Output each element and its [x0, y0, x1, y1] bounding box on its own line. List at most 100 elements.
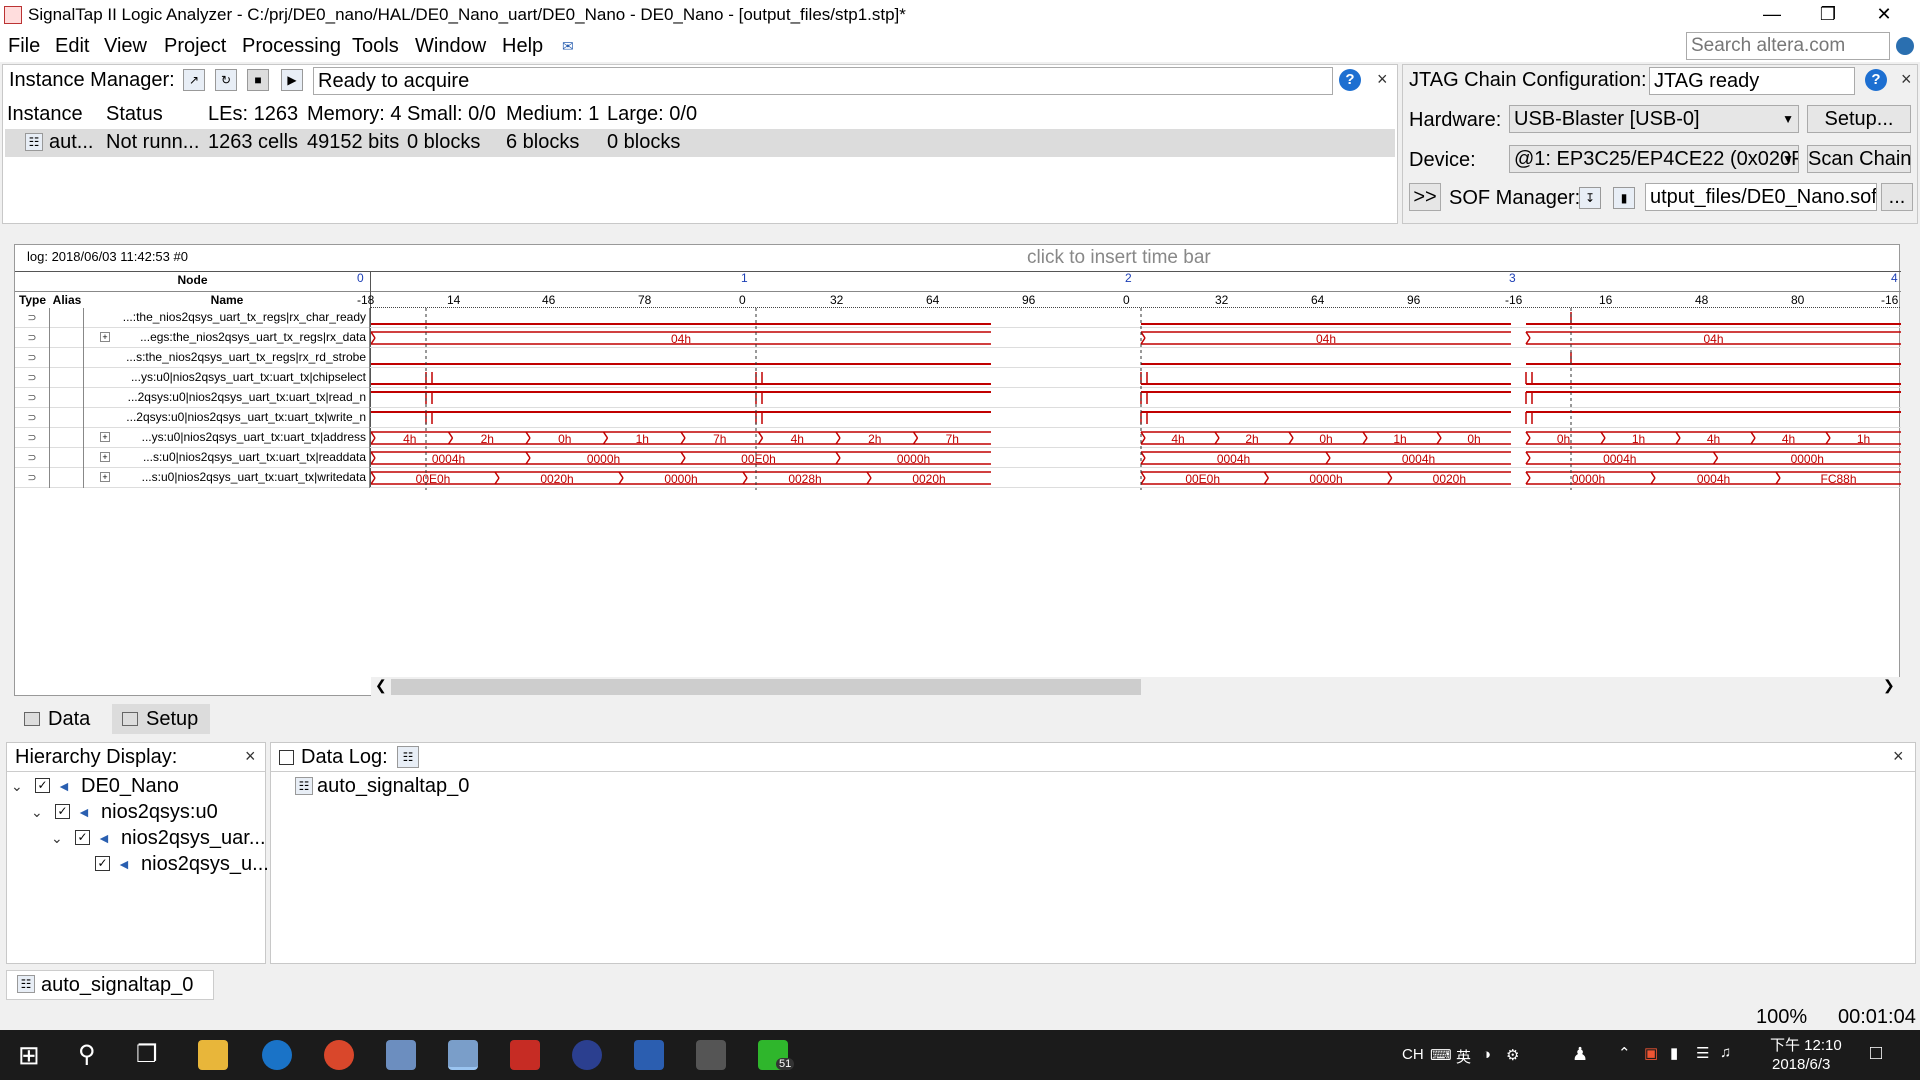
search-icon[interactable]: ⚲: [78, 1040, 96, 1069]
signal-alias[interactable]: [50, 388, 84, 408]
chrome-icon[interactable]: [324, 1040, 354, 1070]
word-icon[interactable]: [634, 1040, 664, 1070]
menu-help[interactable]: Help: [502, 30, 543, 62]
menu-processing[interactable]: Processing: [242, 30, 341, 62]
help-icon[interactable]: ?: [1339, 69, 1361, 91]
tab-setup[interactable]: Setup: [112, 704, 211, 734]
tab-data[interactable]: Data: [14, 704, 103, 734]
sof-file-field[interactable]: utput_files/DE0_Nano.sof: [1645, 183, 1877, 211]
expand-icon[interactable]: +: [100, 452, 110, 462]
menu-tools[interactable]: Tools: [352, 30, 399, 62]
signal-alias[interactable]: [50, 428, 84, 448]
quartus-icon[interactable]: [386, 1040, 416, 1070]
close-button[interactable]: ✕: [1856, 0, 1912, 30]
pdf-reader-icon[interactable]: [510, 1040, 540, 1070]
data-log-icon[interactable]: ☷: [397, 746, 419, 768]
tree-checkbox[interactable]: ✓: [75, 830, 90, 845]
tree-checkbox[interactable]: ✓: [95, 856, 110, 871]
data-log-close-icon[interactable]: ×: [1893, 746, 1904, 767]
expand-icon[interactable]: +: [100, 432, 110, 442]
jtag-help-icon[interactable]: ?: [1865, 69, 1887, 91]
expand-icon[interactable]: +: [100, 332, 110, 342]
keyboard-icon[interactable]: ⌨: [1430, 1046, 1452, 1064]
signaltap-icon[interactable]: [448, 1040, 478, 1070]
battery-icon[interactable]: ▮: [1670, 1044, 1678, 1062]
clock-date[interactable]: 2018/6/3: [1772, 1056, 1830, 1073]
ime-indicator[interactable]: CH: [1402, 1046, 1424, 1063]
scroll-right-icon[interactable]: ❯: [1883, 677, 1895, 694]
instance-tab[interactable]: ☷ auto_signaltap_0: [6, 970, 214, 1000]
hierarchy-close-icon[interactable]: ×: [245, 746, 256, 767]
col-les[interactable]: LEs: 1263: [208, 103, 298, 126]
menu-edit[interactable]: Edit: [55, 30, 89, 62]
globe-icon[interactable]: [1896, 37, 1914, 55]
menu-window[interactable]: Window: [415, 30, 486, 62]
jtag-close-icon[interactable]: ×: [1901, 69, 1912, 90]
edge-icon[interactable]: [262, 1040, 292, 1070]
eclipse-icon[interactable]: [572, 1040, 602, 1070]
calculator-icon[interactable]: [696, 1040, 726, 1070]
clock-time[interactable]: 下午 12:10: [1770, 1034, 1842, 1055]
signal-alias[interactable]: [50, 408, 84, 428]
security-icon[interactable]: ▣: [1644, 1044, 1658, 1062]
signal-name[interactable]: ...ys:u0|nios2qsys_uart_tx:uart_tx|chips…: [84, 368, 370, 388]
hardware-select[interactable]: USB-Blaster [USB-0] ▼: [1509, 105, 1799, 133]
tree-checkbox[interactable]: ✓: [35, 778, 50, 793]
signal-name[interactable]: ...ys:u0|nios2qsys_uart_tx:uart_tx|addre…: [84, 428, 370, 448]
notification-center-icon[interactable]: □: [1870, 1042, 1882, 1065]
run-icon[interactable]: ↻: [215, 69, 237, 91]
wifi-icon[interactable]: ☰: [1696, 1044, 1709, 1062]
col-medium[interactable]: Medium: 1: [506, 103, 599, 126]
setup-button[interactable]: Setup...: [1807, 105, 1911, 133]
ime-settings-icon[interactable]: ⚙: [1506, 1046, 1519, 1064]
col-large[interactable]: Large: 0/0: [607, 103, 697, 126]
restore-button[interactable]: ❐: [1800, 0, 1856, 30]
close-icon[interactable]: ×: [1377, 69, 1388, 90]
col-instance[interactable]: Instance: [7, 103, 83, 126]
menu-file[interactable]: File: [8, 30, 40, 62]
browse-button[interactable]: ...: [1881, 183, 1913, 211]
feedback-icon[interactable]: ✉: [562, 30, 574, 62]
signal-name[interactable]: ...:the_nios2qsys_uart_tx_regs|rx_char_r…: [84, 308, 370, 328]
ime-mode[interactable]: 英: [1456, 1046, 1471, 1067]
horizontal-scrollbar[interactable]: ❮ ❯: [371, 677, 1901, 697]
chevron-down-icon[interactable]: ⌄: [11, 773, 23, 799]
stop-icon[interactable]: ■: [247, 69, 269, 91]
task-view-icon[interactable]: ❐: [136, 1040, 158, 1069]
signal-alias[interactable]: [50, 368, 84, 388]
signal-name[interactable]: ...2qsys:u0|nios2qsys_uart_tx:uart_tx|re…: [84, 388, 370, 408]
scroll-left-icon[interactable]: ❮: [375, 677, 387, 694]
signal-alias[interactable]: [50, 308, 84, 328]
data-log-checkbox[interactable]: [279, 750, 294, 765]
signal-name[interactable]: ...egs:the_nios2qsys_uart_tx_regs|rx_dat…: [84, 328, 370, 348]
col-status[interactable]: Status: [106, 103, 163, 126]
program-device-icon[interactable]: ↧: [1579, 187, 1601, 209]
tree-checkbox[interactable]: ✓: [55, 804, 70, 819]
signal-name[interactable]: ...s:u0|nios2qsys_uart_tx:uart_tx|readda…: [84, 448, 370, 468]
scroll-thumb[interactable]: [391, 679, 1141, 695]
chevron-down-icon[interactable]: ⌄: [51, 825, 63, 851]
chevron-up-icon[interactable]: ⌃: [1618, 1044, 1631, 1062]
scan-chain-button[interactable]: Scan Chain: [1807, 145, 1911, 173]
col-small[interactable]: Small: 0/0: [407, 103, 496, 126]
col-memory[interactable]: Memory: 4: [307, 103, 401, 126]
sof-expand-button[interactable]: >>: [1409, 183, 1441, 211]
read-data-icon[interactable]: ▶: [281, 69, 303, 91]
data-log-item[interactable]: auto_signaltap_0: [317, 775, 469, 798]
instance-row[interactable]: ☷ aut... Not runn... 1263 cells 49152 bi…: [5, 129, 1395, 157]
signal-name[interactable]: ...s:u0|nios2qsys_uart_tx:uart_tx|writed…: [84, 468, 370, 488]
menu-project[interactable]: Project: [164, 30, 226, 62]
waveform-traces[interactable]: 04h 04h 04h 4h 2h 0h 1h 7h 4h 2h 7h 4h 2h 0h 1h 0h 0h 1h 4…: [371, 308, 1901, 490]
menu-view[interactable]: View: [104, 30, 147, 62]
signal-alias[interactable]: [50, 448, 84, 468]
signal-alias[interactable]: [50, 348, 84, 368]
people-icon[interactable]: ♟: [1572, 1044, 1588, 1065]
file-explorer-icon[interactable]: [198, 1040, 228, 1070]
signal-alias[interactable]: [50, 328, 84, 348]
windows-start-icon[interactable]: ⊞: [18, 1040, 40, 1071]
volume-icon[interactable]: ♫: [1720, 1044, 1731, 1061]
expand-icon[interactable]: +: [100, 472, 110, 482]
autorun-icon[interactable]: ↗: [183, 69, 205, 91]
signal-name[interactable]: ...s:the_nios2qsys_uart_tx_regs|rx_rd_st…: [84, 348, 370, 368]
chevron-down-icon[interactable]: ⌄: [31, 799, 43, 825]
